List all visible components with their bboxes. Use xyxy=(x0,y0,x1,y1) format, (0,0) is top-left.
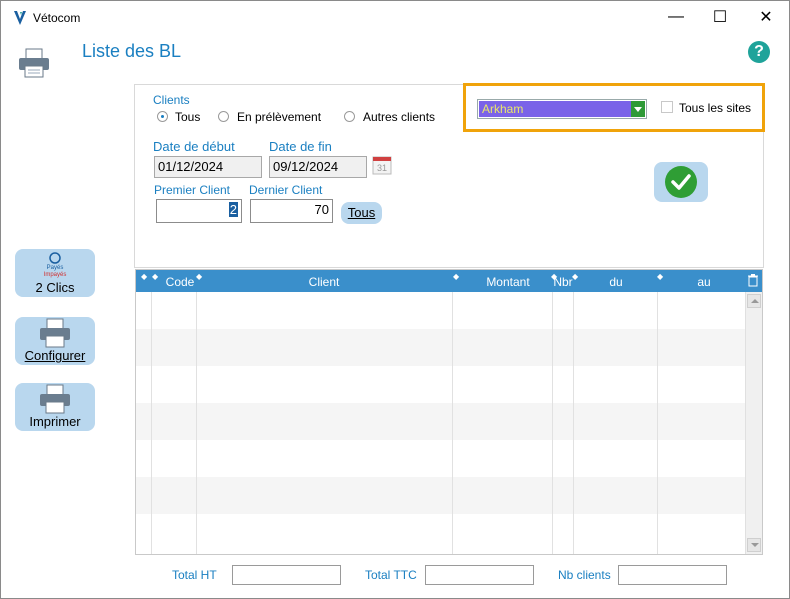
close-icon: ✕ xyxy=(759,9,773,26)
minimize-button[interactable]: — xyxy=(653,1,699,33)
start-date-label: Date de début xyxy=(153,139,235,154)
column-divider xyxy=(552,292,553,554)
table-row[interactable] xyxy=(136,477,745,514)
first-client-input[interactable]: 2 xyxy=(156,199,242,223)
vertical-scrollbar[interactable] xyxy=(745,292,762,554)
table-header: ◆ ◆ Code ◆ Client ◆ Montant ◆ Nbr ◆ du ◆… xyxy=(136,270,762,292)
radio-other-clients-label: Autres clients xyxy=(363,110,436,124)
table-row[interactable] xyxy=(136,292,745,329)
radio-direct-debit-label: En prélèvement xyxy=(237,110,322,124)
print-button[interactable]: Imprimer xyxy=(15,383,95,431)
clients-label: Clients xyxy=(153,93,190,107)
radio-other-clients[interactable] xyxy=(344,111,355,122)
help-icon[interactable]: ? xyxy=(748,41,770,63)
col-to[interactable]: au xyxy=(659,270,749,292)
col-client[interactable]: Client xyxy=(196,270,452,292)
paid-unpaid-icon: Payés Impayés xyxy=(44,252,67,278)
validate-button[interactable] xyxy=(654,162,708,202)
two-clicks-button[interactable]: Payés Impayés 2 Clics xyxy=(15,249,95,297)
page-title: Liste des BL xyxy=(82,41,182,61)
bl-table[interactable]: ◆ ◆ Code ◆ Client ◆ Montant ◆ Nbr ◆ du ◆… xyxy=(135,269,763,555)
last-client-label: Dernier Client xyxy=(249,183,323,197)
all-sites-label: Tous les sites xyxy=(679,101,752,115)
all-sites-checkbox[interactable] xyxy=(661,101,673,113)
app-title: Vétocom xyxy=(33,11,81,25)
column-divider xyxy=(573,292,574,554)
table-row[interactable] xyxy=(136,514,745,551)
col-from[interactable]: du xyxy=(574,270,658,292)
all-clients-button[interactable]: Tous xyxy=(341,202,382,224)
print-label: Imprimer xyxy=(29,414,81,429)
vetocom-logo-icon xyxy=(14,11,26,25)
scroll-up-icon[interactable] xyxy=(747,294,761,308)
close-button[interactable]: ✕ xyxy=(743,1,789,33)
title-bar: Vétocom — ☐ ✕ xyxy=(1,1,789,33)
svg-text:31: 31 xyxy=(377,163,387,173)
printer-icon xyxy=(19,48,49,78)
printer-config-icon xyxy=(40,318,70,348)
radio-direct-debit[interactable] xyxy=(218,111,229,122)
main-window: Vétocom — ☐ ✕ Liste des BL ? Payés Impay… xyxy=(0,0,790,599)
nb-clients-label: Nb clients xyxy=(558,568,611,582)
checkmark-icon xyxy=(665,166,697,198)
table-row[interactable] xyxy=(136,329,745,366)
configure-label: Configurer xyxy=(24,348,86,363)
scroll-down-icon[interactable] xyxy=(747,538,761,552)
table-row[interactable] xyxy=(136,366,745,403)
dropdown-arrow-icon[interactable] xyxy=(631,101,645,117)
end-date-label: Date de fin xyxy=(269,139,332,154)
maximize-button[interactable]: ☐ xyxy=(697,1,743,33)
total-ttc-field[interactable] xyxy=(425,565,534,585)
two-clicks-label: 2 Clics xyxy=(35,280,75,295)
paid-label: Payés xyxy=(47,265,64,271)
trash-icon[interactable] xyxy=(748,274,758,287)
all-clients-label: Tous xyxy=(347,205,376,220)
total-ttc-label: Total TTC xyxy=(365,568,417,582)
radio-all[interactable] xyxy=(157,111,168,122)
site-select-value: Arkham xyxy=(479,101,631,117)
column-divider xyxy=(196,292,197,554)
table-row[interactable] xyxy=(136,403,745,440)
first-client-value: 2 xyxy=(228,202,238,217)
column-divider xyxy=(657,292,658,554)
site-select[interactable]: Arkham xyxy=(477,99,647,119)
sort-icon[interactable]: ◆ xyxy=(141,272,147,281)
column-divider xyxy=(452,292,453,554)
minimize-icon: — xyxy=(668,8,684,25)
col-count[interactable]: Nbr xyxy=(553,270,573,292)
radio-all-label: Tous xyxy=(175,110,201,124)
table-row[interactable] xyxy=(136,440,745,477)
last-client-input[interactable]: 70 xyxy=(250,199,333,223)
maximize-icon: ☐ xyxy=(712,9,728,26)
total-ht-label: Total HT xyxy=(172,568,217,582)
calendar-icon[interactable]: 31 xyxy=(372,155,392,175)
unpaid-label: Impayés xyxy=(44,272,67,278)
start-date-input[interactable]: 01/12/2024 xyxy=(154,156,262,178)
printer-print-icon xyxy=(40,384,70,414)
first-client-label: Premier Client xyxy=(154,183,231,197)
end-date-input[interactable]: 09/12/2024 xyxy=(269,156,367,178)
col-amount[interactable]: Montant xyxy=(453,270,563,292)
total-ht-field[interactable] xyxy=(232,565,341,585)
configure-button[interactable]: Configurer xyxy=(15,317,95,365)
nb-clients-field[interactable] xyxy=(618,565,727,585)
column-divider xyxy=(151,292,152,554)
